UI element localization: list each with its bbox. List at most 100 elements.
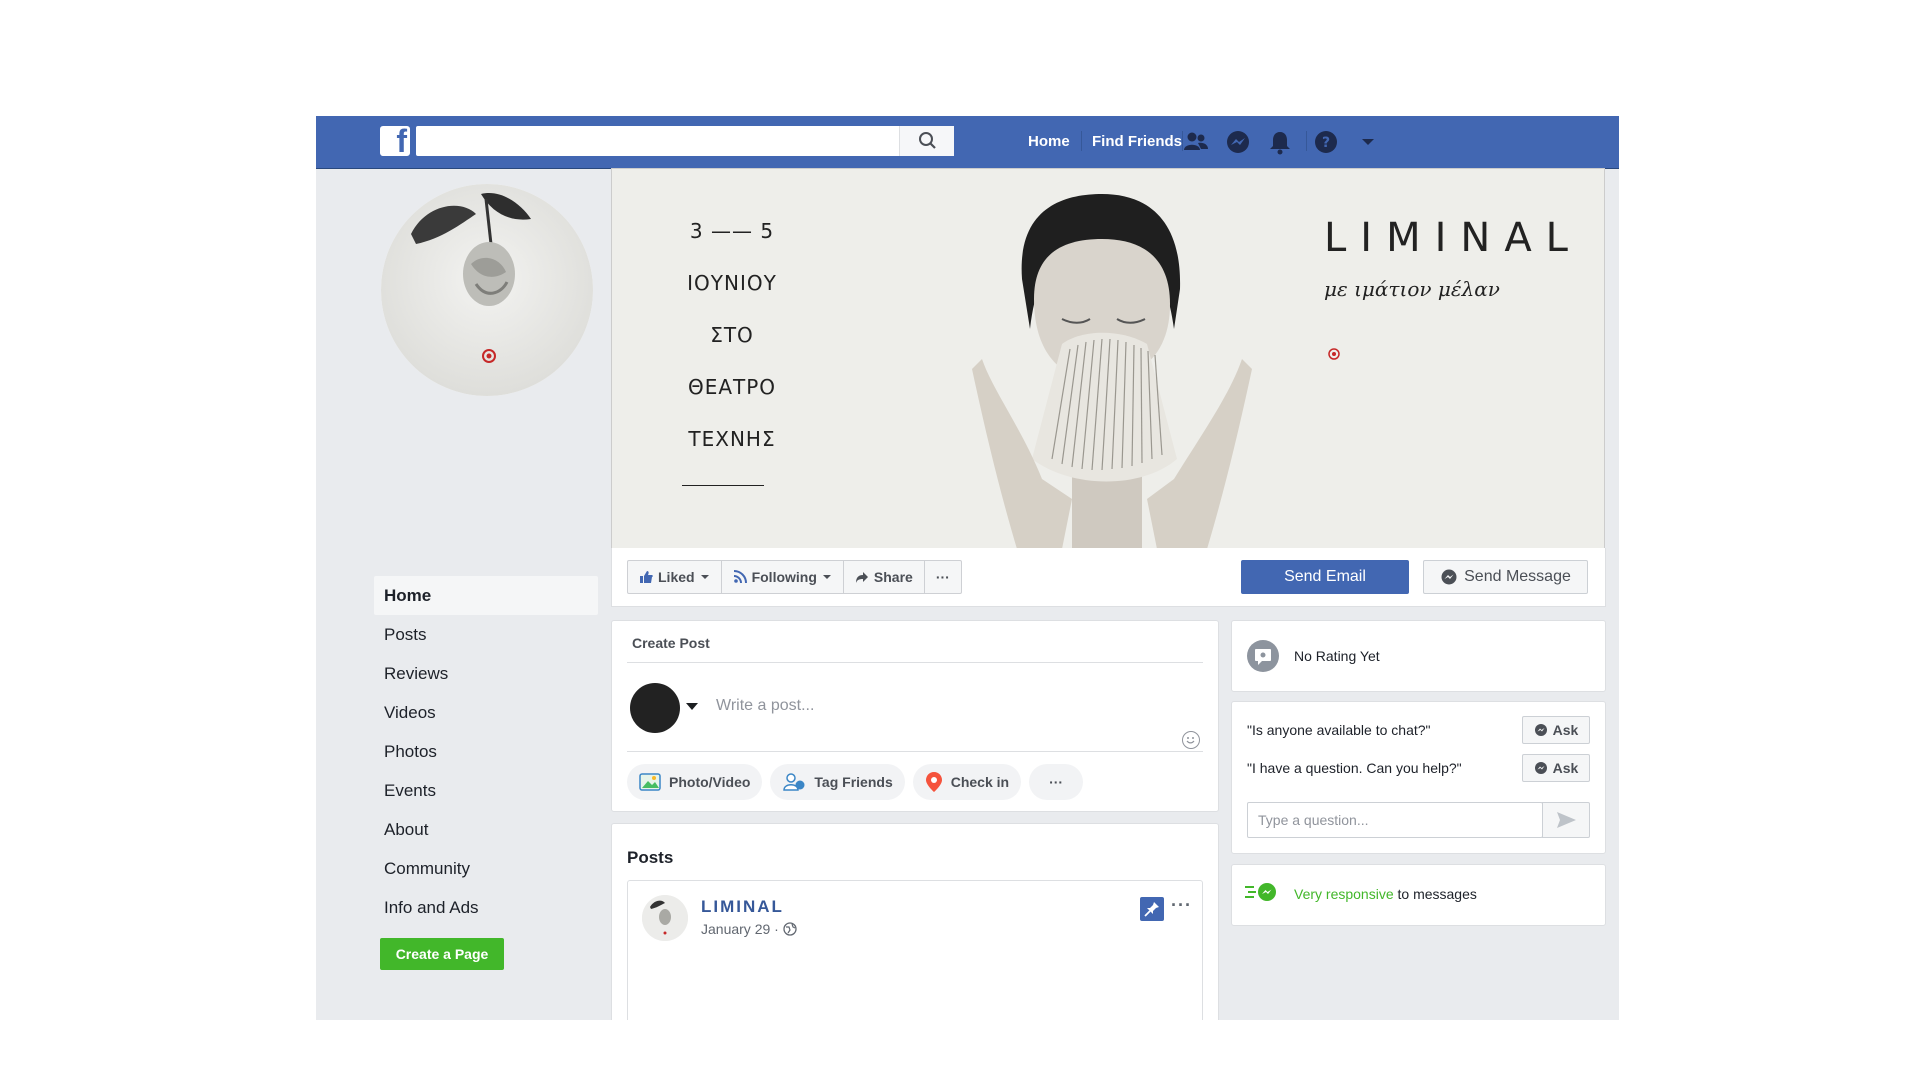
create-post-card: Create Post Write a post... Photo/Video xyxy=(611,620,1219,812)
ask-label: Ask xyxy=(1552,760,1579,776)
cover-text-line: 3 —— 5 xyxy=(689,219,775,243)
share-button[interactable]: Share xyxy=(844,561,925,593)
svg-text:?: ? xyxy=(1322,135,1330,151)
search-button[interactable] xyxy=(899,126,954,156)
woman-with-book-image xyxy=(972,194,1252,549)
suggested-question: "Is anyone available to chat?" xyxy=(1247,722,1431,738)
messenger-icon xyxy=(1441,569,1457,585)
check-in-button[interactable]: Check in xyxy=(912,764,1022,800)
cover-text-line: ΘΕΑΤΡΟ xyxy=(687,375,777,399)
nav-item-posts[interactable]: Posts xyxy=(374,615,598,654)
page-action-bar: Liked Following Share ··· Send Email Sen… xyxy=(611,548,1606,607)
cover-text-line: ΣΤΟ xyxy=(710,323,754,347)
poster-avatar[interactable] xyxy=(630,683,680,733)
bell-icon[interactable] xyxy=(1266,128,1294,156)
nav-item-videos[interactable]: Videos xyxy=(374,693,598,732)
rating-icon xyxy=(1247,640,1279,672)
rating-card: No Rating Yet xyxy=(1231,620,1606,692)
photo-icon xyxy=(639,773,661,791)
top-divider xyxy=(1306,131,1307,151)
send-message-button[interactable]: Send Message xyxy=(1423,560,1588,594)
ask-button[interactable]: Ask xyxy=(1522,754,1590,782)
cover-subtitle: με ιμάτιον μέλαν xyxy=(1324,277,1500,301)
create-post-actions: Photo/Video Tag Friends Check in ··· xyxy=(627,764,1084,800)
top-link-find-friends[interactable]: Find Friends xyxy=(1092,133,1182,150)
share-icon xyxy=(855,572,868,583)
following-button[interactable]: Following xyxy=(722,561,844,593)
top-divider xyxy=(1081,131,1082,151)
top-navigation-bar: f Home Find Friends ? xyxy=(316,116,1619,169)
responsiveness-text: Very responsive to messages xyxy=(1294,886,1477,902)
responsiveness-card: Very responsive to messages xyxy=(1231,864,1606,926)
post-options-button[interactable]: ··· xyxy=(1171,895,1192,916)
rose-image xyxy=(381,184,593,396)
ask-label: Ask xyxy=(1552,722,1579,738)
fast-response-icon xyxy=(1245,883,1276,901)
help-icon[interactable]: ? xyxy=(1312,128,1340,156)
nav-item-events[interactable]: Events xyxy=(374,771,598,810)
tag-friends-button[interactable]: Tag Friends xyxy=(770,764,905,800)
send-email-button[interactable]: Send Email xyxy=(1241,560,1409,594)
cover-photo[interactable]: 3 —— 5 ΙΟΥΝΙΟΥ ΣΤΟ ΘΕΑΤΡΟ ΤΕΧΝΗΣ LIMINAL… xyxy=(611,168,1605,550)
caret-down-icon[interactable] xyxy=(686,703,698,710)
share-label: Share xyxy=(873,569,913,585)
cover-text-line: ΤΕΧΝΗΣ xyxy=(688,427,776,451)
more-actions-button[interactable]: ··· xyxy=(1029,764,1084,800)
cover-text-line: ΙΟΥΝΙΟΥ xyxy=(687,271,777,295)
suggested-question: "I have a question. Can you help?" xyxy=(1247,760,1462,776)
facebook-page-window: f Home Find Friends ? Home Posts Reviews… xyxy=(316,116,1619,1020)
facebook-logo[interactable]: f xyxy=(380,123,410,159)
send-question-button[interactable] xyxy=(1542,802,1590,838)
following-label: Following xyxy=(751,569,817,585)
tag-friends-icon xyxy=(783,773,805,791)
globe-icon xyxy=(783,922,797,936)
messenger-icon[interactable] xyxy=(1224,128,1252,156)
post-date[interactable]: January 29 · xyxy=(701,921,797,937)
page-profile-picture[interactable] xyxy=(381,184,593,396)
top-link-home[interactable]: Home xyxy=(1028,133,1070,150)
caret-down-icon[interactable] xyxy=(1354,128,1382,156)
post-author-name[interactable]: LIMINAL xyxy=(701,897,784,917)
post-item: LIMINAL January 29 · ··· xyxy=(627,880,1203,1020)
cover-title: LIMINAL xyxy=(1324,215,1582,261)
rss-icon xyxy=(733,570,747,584)
post-date-text: January 29 · xyxy=(701,921,779,937)
rating-label: No Rating Yet xyxy=(1294,648,1380,664)
caret-down-icon xyxy=(700,575,709,579)
search-icon xyxy=(919,132,936,149)
liked-button[interactable]: Liked xyxy=(628,561,722,593)
emoji-icon[interactable] xyxy=(1182,731,1200,749)
nav-item-home[interactable]: Home xyxy=(374,576,598,615)
more-options-button[interactable]: ··· xyxy=(925,561,961,593)
messenger-icon xyxy=(1534,724,1547,736)
question-input[interactable] xyxy=(1247,802,1543,838)
left-navigation: Home Posts Reviews Videos Photos Events … xyxy=(374,576,598,927)
post-author-avatar[interactable] xyxy=(642,895,688,941)
ask-question-card: "Is anyone available to chat?" Ask "I ha… xyxy=(1231,701,1606,854)
create-page-button[interactable]: Create a Page xyxy=(380,938,504,970)
tag-friends-label: Tag Friends xyxy=(814,774,893,790)
divider xyxy=(627,751,1203,752)
divider xyxy=(627,662,1203,663)
responsiveness-highlight: Very responsive xyxy=(1294,886,1394,902)
check-in-label: Check in xyxy=(950,774,1010,790)
nav-item-photos[interactable]: Photos xyxy=(374,732,598,771)
friends-icon[interactable] xyxy=(1182,128,1210,156)
action-button-group: Liked Following Share ··· xyxy=(627,560,962,594)
posts-section: Posts LIMINAL January 29 · ··· xyxy=(611,823,1219,1020)
nav-item-info-and-ads[interactable]: Info and Ads xyxy=(374,888,598,927)
liked-label: Liked xyxy=(658,569,695,585)
photo-video-button[interactable]: Photo/Video xyxy=(627,764,763,800)
messenger-icon xyxy=(1534,762,1547,774)
cover-divider xyxy=(682,485,764,486)
nav-item-community[interactable]: Community xyxy=(374,849,598,888)
write-post-input[interactable]: Write a post... xyxy=(716,697,814,715)
ask-button[interactable]: Ask xyxy=(1522,716,1590,744)
location-pin-icon xyxy=(925,772,942,792)
search-input[interactable] xyxy=(416,126,954,156)
posts-title: Posts xyxy=(627,848,674,867)
pinned-post-icon[interactable] xyxy=(1140,897,1164,921)
logo-mark-icon xyxy=(1328,348,1340,360)
nav-item-about[interactable]: About xyxy=(374,810,598,849)
nav-item-reviews[interactable]: Reviews xyxy=(374,654,598,693)
